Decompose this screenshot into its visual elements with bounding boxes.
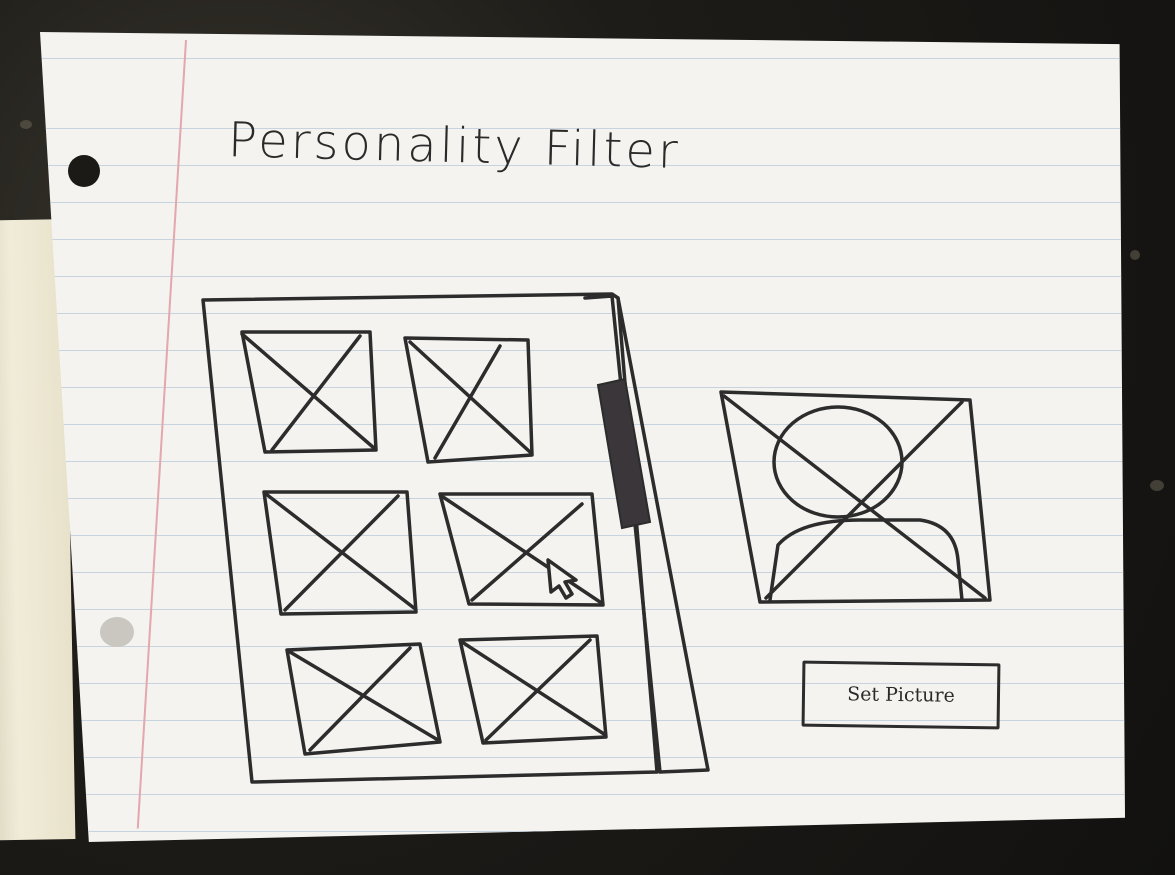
image-placeholder	[403, 336, 534, 464]
image-placeholder	[285, 642, 442, 756]
image-placeholder	[262, 490, 418, 616]
mouse-cursor-icon	[546, 558, 578, 600]
scrollbar-thumb	[596, 377, 652, 530]
wireframe-sketch	[201, 292, 992, 784]
set-picture-button[interactable]: Set Picture	[801, 660, 1001, 730]
image-placeholder	[438, 492, 605, 607]
avatar-head	[772, 405, 904, 519]
image-placeholder	[240, 330, 378, 454]
image-placeholder	[458, 634, 608, 745]
profile-picture-preview	[719, 390, 992, 604]
